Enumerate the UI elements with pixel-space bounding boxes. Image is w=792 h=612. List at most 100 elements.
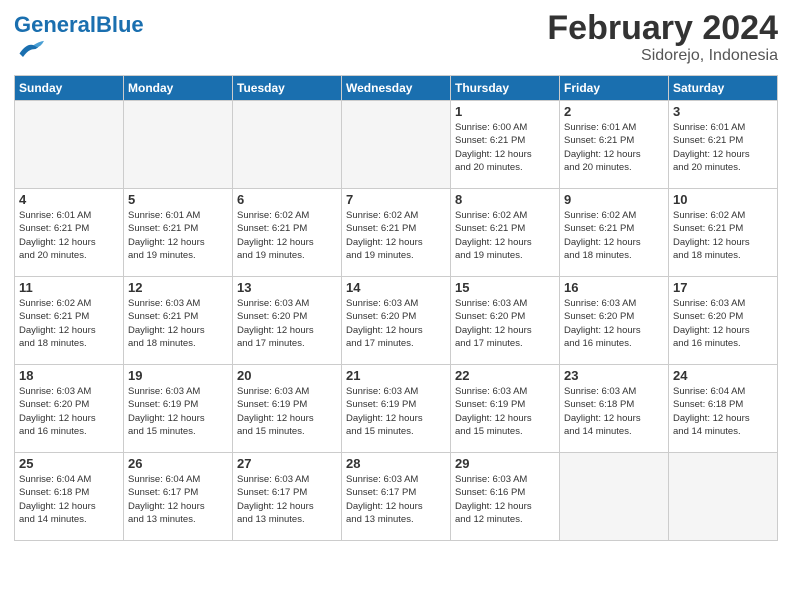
table-row: 20 Sunrise: 6:03 AM Sunset: 6:19 PM Dayli… <box>233 365 342 453</box>
day-info: Sunrise: 6:03 AM Sunset: 6:17 PM Dayligh… <box>346 473 446 526</box>
day-info: Sunrise: 6:03 AM Sunset: 6:18 PM Dayligh… <box>564 385 664 438</box>
day-info: Sunrise: 6:03 AM Sunset: 6:19 PM Dayligh… <box>455 385 555 438</box>
day-info: Sunrise: 6:03 AM Sunset: 6:20 PM Dayligh… <box>673 297 773 350</box>
day-number: 6 <box>237 192 337 207</box>
day-number: 20 <box>237 368 337 383</box>
table-row: 11Sunrise: 6:02 AM Sunset: 6:21 PM Dayli… <box>15 277 124 365</box>
day-info: Sunrise: 6:02 AM Sunset: 6:21 PM Dayligh… <box>564 209 664 262</box>
calendar-week-row: 18Sunrise: 6:03 AM Sunset: 6:20 PM Dayli… <box>15 365 778 453</box>
day-number: 28 <box>346 456 446 471</box>
day-number: 5 <box>128 192 228 207</box>
table-row <box>560 453 669 541</box>
table-row: 10 Sunrise: 6:02 AM Sunset: 6:21 PM Dayli… <box>669 189 778 277</box>
table-row <box>669 453 778 541</box>
day-info: Sunrise: 6:02 AM Sunset: 6:21 PM Dayligh… <box>19 297 119 350</box>
table-row <box>233 101 342 189</box>
day-info: Sunrise: 6:03 AM Sunset: 6:19 PM Dayligh… <box>346 385 446 438</box>
day-number: 23 <box>564 368 664 383</box>
calendar-table: Sunday Monday Tuesday Wednesday Thursday… <box>14 75 778 541</box>
day-number: 16 <box>564 280 664 295</box>
day-number: 13 <box>237 280 337 295</box>
day-info: Sunrise: 6:03 AM Sunset: 6:21 PM Dayligh… <box>128 297 228 350</box>
day-info: Sunrise: 6:01 AM Sunset: 6:21 PM Dayligh… <box>128 209 228 262</box>
day-info: Sunrise: 6:03 AM Sunset: 6:20 PM Dayligh… <box>346 297 446 350</box>
day-info: Sunrise: 6:01 AM Sunset: 6:21 PM Dayligh… <box>673 121 773 174</box>
table-row: 14 Sunrise: 6:03 AM Sunset: 6:20 PM Dayli… <box>342 277 451 365</box>
day-info: Sunrise: 6:01 AM Sunset: 6:21 PM Dayligh… <box>19 209 119 262</box>
table-row: 24 Sunrise: 6:04 AM Sunset: 6:18 PM Dayli… <box>669 365 778 453</box>
table-row: 3 Sunrise: 6:01 AM Sunset: 6:21 PM Daylig… <box>669 101 778 189</box>
day-number: 19 <box>128 368 228 383</box>
table-row: 13 Sunrise: 6:03 AM Sunset: 6:20 PM Dayli… <box>233 277 342 365</box>
table-row: 23 Sunrise: 6:03 AM Sunset: 6:18 PM Dayli… <box>560 365 669 453</box>
day-info: Sunrise: 6:02 AM Sunset: 6:21 PM Dayligh… <box>673 209 773 262</box>
day-number: 1 <box>455 104 555 119</box>
day-info: Sunrise: 6:03 AM Sunset: 6:19 PM Dayligh… <box>237 385 337 438</box>
table-row: 19 Sunrise: 6:03 AM Sunset: 6:19 PM Dayli… <box>124 365 233 453</box>
table-row: 9 Sunrise: 6:02 AM Sunset: 6:21 PM Daylig… <box>560 189 669 277</box>
day-number: 21 <box>346 368 446 383</box>
table-row: 22 Sunrise: 6:03 AM Sunset: 6:19 PM Dayli… <box>451 365 560 453</box>
day-info: Sunrise: 6:03 AM Sunset: 6:20 PM Dayligh… <box>564 297 664 350</box>
table-row: 28 Sunrise: 6:03 AM Sunset: 6:17 PM Dayli… <box>342 453 451 541</box>
calendar-week-row: 4 Sunrise: 6:01 AM Sunset: 6:21 PM Daylig… <box>15 189 778 277</box>
day-number: 24 <box>673 368 773 383</box>
table-row: 17 Sunrise: 6:03 AM Sunset: 6:20 PM Dayli… <box>669 277 778 365</box>
logo-general: General <box>14 12 96 37</box>
table-row: 4 Sunrise: 6:01 AM Sunset: 6:21 PM Daylig… <box>15 189 124 277</box>
logo: GeneralBlue <box>14 14 144 69</box>
col-saturday: Saturday <box>669 76 778 101</box>
day-number: 22 <box>455 368 555 383</box>
table-row: 2 Sunrise: 6:01 AM Sunset: 6:21 PM Daylig… <box>560 101 669 189</box>
day-info: Sunrise: 6:03 AM Sunset: 6:20 PM Dayligh… <box>19 385 119 438</box>
logo-text: GeneralBlue <box>14 14 144 36</box>
logo-blue: Blue <box>96 12 144 37</box>
day-info: Sunrise: 6:04 AM Sunset: 6:18 PM Dayligh… <box>19 473 119 526</box>
day-info: Sunrise: 6:04 AM Sunset: 6:17 PM Dayligh… <box>128 473 228 526</box>
table-row: 27Sunrise: 6:03 AM Sunset: 6:17 PM Dayli… <box>233 453 342 541</box>
day-number: 15 <box>455 280 555 295</box>
day-number: 3 <box>673 104 773 119</box>
day-number: 8 <box>455 192 555 207</box>
calendar-week-row: 1Sunrise: 6:00 AM Sunset: 6:21 PM Daylig… <box>15 101 778 189</box>
table-row: 15Sunrise: 6:03 AM Sunset: 6:20 PM Dayli… <box>451 277 560 365</box>
title-block: February 2024 Sidorejo, Indonesia <box>547 10 778 65</box>
table-row: 18Sunrise: 6:03 AM Sunset: 6:20 PM Dayli… <box>15 365 124 453</box>
day-number: 14 <box>346 280 446 295</box>
table-row: 21 Sunrise: 6:03 AM Sunset: 6:19 PM Dayli… <box>342 365 451 453</box>
table-row: 25 Sunrise: 6:04 AM Sunset: 6:18 PM Dayli… <box>15 453 124 541</box>
main-title: February 2024 <box>547 10 778 47</box>
table-row: 29Sunrise: 6:03 AM Sunset: 6:16 PM Dayli… <box>451 453 560 541</box>
col-monday: Monday <box>124 76 233 101</box>
table-row: 1Sunrise: 6:00 AM Sunset: 6:21 PM Daylig… <box>451 101 560 189</box>
table-row: 26Sunrise: 6:04 AM Sunset: 6:17 PM Dayli… <box>124 453 233 541</box>
day-number: 25 <box>19 456 119 471</box>
day-info: Sunrise: 6:03 AM Sunset: 6:19 PM Dayligh… <box>128 385 228 438</box>
col-friday: Friday <box>560 76 669 101</box>
table-row <box>15 101 124 189</box>
day-info: Sunrise: 6:04 AM Sunset: 6:18 PM Dayligh… <box>673 385 773 438</box>
day-info: Sunrise: 6:03 AM Sunset: 6:17 PM Dayligh… <box>237 473 337 526</box>
day-number: 17 <box>673 280 773 295</box>
day-number: 9 <box>564 192 664 207</box>
day-info: Sunrise: 6:01 AM Sunset: 6:21 PM Dayligh… <box>564 121 664 174</box>
calendar-header-row: Sunday Monday Tuesday Wednesday Thursday… <box>15 76 778 101</box>
col-sunday: Sunday <box>15 76 124 101</box>
subtitle: Sidorejo, Indonesia <box>547 47 778 65</box>
col-thursday: Thursday <box>451 76 560 101</box>
col-wednesday: Wednesday <box>342 76 451 101</box>
table-row: 16 Sunrise: 6:03 AM Sunset: 6:20 PM Dayli… <box>560 277 669 365</box>
calendar-week-row: 25 Sunrise: 6:04 AM Sunset: 6:18 PM Dayli… <box>15 453 778 541</box>
day-info: Sunrise: 6:03 AM Sunset: 6:16 PM Dayligh… <box>455 473 555 526</box>
header: GeneralBlue February 2024 Sidorejo, Indo… <box>14 10 778 69</box>
table-row: 12 Sunrise: 6:03 AM Sunset: 6:21 PM Dayli… <box>124 277 233 365</box>
col-tuesday: Tuesday <box>233 76 342 101</box>
day-number: 10 <box>673 192 773 207</box>
day-info: Sunrise: 6:03 AM Sunset: 6:20 PM Dayligh… <box>237 297 337 350</box>
calendar-week-row: 11Sunrise: 6:02 AM Sunset: 6:21 PM Dayli… <box>15 277 778 365</box>
day-number: 4 <box>19 192 119 207</box>
day-number: 12 <box>128 280 228 295</box>
day-number: 7 <box>346 192 446 207</box>
day-number: 2 <box>564 104 664 119</box>
day-info: Sunrise: 6:02 AM Sunset: 6:21 PM Dayligh… <box>346 209 446 262</box>
